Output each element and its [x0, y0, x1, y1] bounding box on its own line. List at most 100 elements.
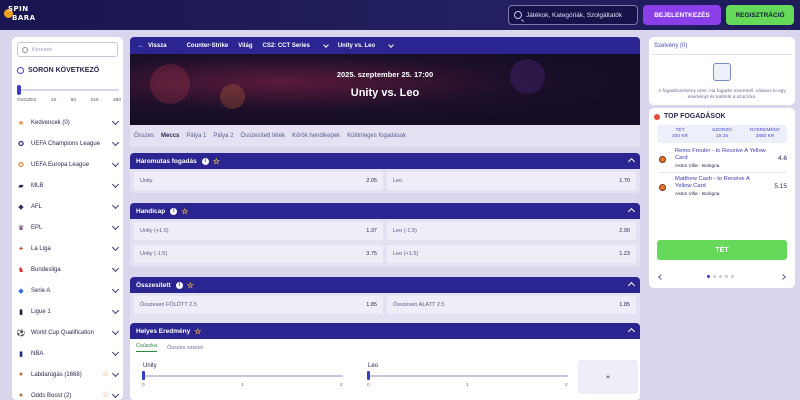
favorite-star-icon[interactable]: ☆ [102, 390, 109, 399]
sidebar-item-label: Labdarúgás (1668) [31, 371, 82, 378]
home-score-handle[interactable] [142, 371, 145, 380]
tab-map2[interactable]: Pálya 2 [213, 133, 233, 139]
time-filter-label[interactable]: 240 [91, 98, 99, 103]
tab-round-handicaps[interactable]: Körök hendikepek [292, 133, 340, 139]
correct-score-tabs: Csúszka Összes szorzó [130, 339, 640, 356]
tip-title: Matthew Cash - to Receive A Yellow Card [675, 176, 750, 189]
odds-button[interactable]: Leo (-1.5) 2.90 [387, 222, 636, 240]
chevron-down-icon[interactable] [111, 243, 120, 252]
login-button[interactable]: BEJELENTKEZÉS [643, 5, 721, 25]
sidebar-item-mlb[interactable]: ▰ MLB [12, 175, 123, 196]
market-header[interactable]: Összesített i ☆ [130, 277, 640, 293]
market-header[interactable]: Háromutas fogadás i ☆ [130, 153, 640, 169]
chevron-left-icon[interactable] [658, 274, 664, 280]
sidebar-item-bundesliga[interactable]: ♞ Bundesliga [12, 259, 123, 280]
away-score-handle[interactable] [367, 371, 370, 380]
global-search-input[interactable]: Játékok, Kategóriák, Szolgáltatók [508, 5, 638, 25]
chevron-down-icon[interactable] [111, 117, 120, 126]
time-filter-label[interactable]: ÖSSZES [17, 98, 36, 103]
tab-totals[interactable]: Összesített tétek [240, 133, 285, 139]
sidebar-item-afl[interactable]: ◆ AFL [12, 196, 123, 217]
carousel-dot[interactable] [719, 275, 722, 278]
chevron-up-icon[interactable] [627, 157, 636, 166]
chevron-down-icon[interactable] [111, 285, 120, 294]
sidebar-search-input[interactable]: Keresés [17, 42, 118, 57]
outcome-odds: 1.23 [619, 251, 630, 257]
info-icon[interactable]: i [175, 281, 183, 289]
market-header[interactable]: Helyes Eredmény ☆ [130, 323, 640, 339]
chevron-down-icon[interactable] [111, 306, 120, 315]
info-icon[interactable]: i [201, 157, 209, 165]
tab-slider[interactable]: Csúszka [136, 343, 158, 352]
sidebar-item-football[interactable]: ● Labdarúgás (1668) ☆ [12, 364, 123, 385]
time-filter-label[interactable]: 10 [51, 98, 56, 103]
sidebar-item-label: Odds Boost (2) [31, 392, 72, 399]
carousel-dot[interactable] [725, 275, 728, 278]
breadcrumb-item[interactable]: Counter-Strike [187, 43, 229, 49]
sidebar-item-uel[interactable]: ✪ UEFA Europa League [12, 154, 123, 175]
sidebar-item-odds-boost[interactable]: ● Odds Boost (2) ☆ [12, 385, 123, 400]
odds-button[interactable]: Leo 1.70 [387, 172, 636, 190]
tab-specials[interactable]: Különleges fogadások [347, 133, 406, 139]
chevron-down-icon[interactable] [111, 180, 120, 189]
favorite-star-icon[interactable]: ☆ [187, 281, 194, 290]
tab-map1[interactable]: Pálya 1 [186, 133, 206, 139]
betslip-title[interactable]: Szelvény (0) [654, 43, 687, 49]
favorite-star-icon[interactable]: ☆ [181, 207, 188, 216]
chevron-up-icon[interactable] [627, 281, 636, 290]
home-score-track[interactable] [143, 375, 343, 377]
site-logo[interactable]: SPIN BARA [4, 3, 46, 27]
sidebar-item-ucl[interactable]: ✪ UEFA Champions League [12, 133, 123, 154]
sidebar-item-laliga[interactable]: ✦ La Liga [12, 238, 123, 259]
register-button[interactable]: REGISZTRÁCIÓ [726, 5, 794, 25]
odds-button[interactable]: Összesen ALATT 2.5 1.85 [387, 296, 636, 314]
odds-button[interactable]: Unity 2.05 [134, 172, 383, 190]
breadcrumb-item[interactable]: Unity vs. Leo [338, 41, 395, 49]
breadcrumb-item[interactable]: Világ [238, 43, 252, 49]
time-filter-label[interactable]: 480 [113, 98, 121, 103]
sidebar-item-seriea[interactable]: ◆ Serie A [12, 280, 123, 301]
chevron-down-icon[interactable] [111, 264, 120, 273]
carousel-dot[interactable] [713, 275, 716, 278]
odds-button[interactable]: Unity (-1.5) 3.75 [134, 245, 383, 263]
odds-button[interactable]: Unity (+1.5) 1.37 [134, 222, 383, 240]
back-button[interactable]: ← Vissza [138, 43, 177, 49]
sidebar-item-ligue1[interactable]: ▮ Ligue 1 [12, 301, 123, 322]
top-bet-tip[interactable]: Matthew Cash - to Receive A Yellow Card … [659, 176, 789, 198]
market-header[interactable]: Handicap i ☆ [130, 203, 640, 219]
chevron-down-icon[interactable] [111, 138, 120, 147]
tab-match[interactable]: Meccs [161, 133, 179, 139]
back-label: Vissza [148, 42, 167, 49]
chevron-down-icon[interactable] [111, 327, 120, 336]
away-score-track[interactable] [368, 375, 568, 377]
top-bet-tip[interactable]: Remo Freuler - to Receive A Yellow Card … [659, 148, 789, 170]
time-filter-track[interactable] [19, 89, 119, 91]
odds-button[interactable]: Leo (+1.5) 1.23 [387, 245, 636, 263]
chevron-down-icon[interactable] [111, 201, 120, 210]
time-filter-label[interactable]: 60 [71, 98, 76, 103]
tab-all-odds[interactable]: Összes szorzó [167, 345, 203, 351]
favorite-star-icon[interactable]: ☆ [102, 369, 109, 378]
time-filter-handle[interactable] [17, 85, 21, 95]
chevron-down-icon[interactable] [111, 369, 120, 378]
sidebar-item-epl[interactable]: ♛ EPL [12, 217, 123, 238]
chevron-right-icon[interactable] [780, 274, 786, 280]
info-icon[interactable]: i [170, 207, 178, 215]
carousel-dot[interactable] [707, 275, 710, 278]
chevron-down-icon[interactable] [111, 390, 120, 399]
sidebar-item-nba[interactable]: ▮ NBA [12, 343, 123, 364]
sidebar-item-favorites[interactable]: ★ Kedvencek (0) [12, 112, 123, 133]
chevron-up-icon[interactable] [627, 327, 636, 336]
favorite-star-icon[interactable]: ☆ [194, 327, 201, 336]
chevron-down-icon[interactable] [111, 159, 120, 168]
carousel-dot[interactable] [731, 275, 734, 278]
favorite-star-icon[interactable]: ☆ [213, 157, 220, 166]
chevron-down-icon[interactable] [111, 348, 120, 357]
odds-button[interactable]: Összesen FÖLÖTT 2.5 1.85 [134, 296, 383, 314]
chevron-down-icon[interactable] [111, 222, 120, 231]
tab-all[interactable]: Összes [134, 133, 154, 139]
breadcrumb-item[interactable]: CS2: CCT Series [262, 41, 329, 49]
place-bet-button[interactable]: TÉT [657, 240, 787, 260]
chevron-up-icon[interactable] [627, 207, 636, 216]
sidebar-item-wcq[interactable]: ⚽ World Cup Qualification [12, 322, 123, 343]
